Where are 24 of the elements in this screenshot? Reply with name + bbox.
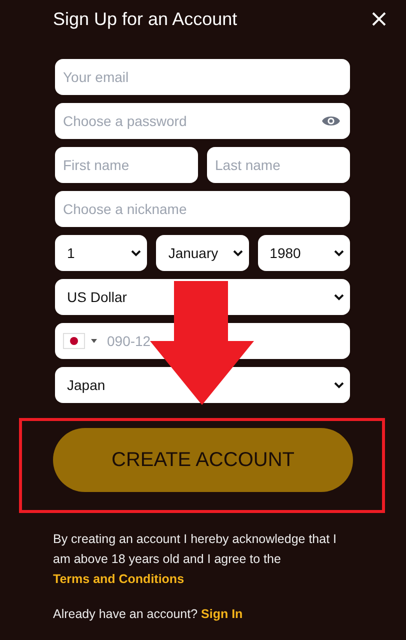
select-field[interactable]: 1 (55, 235, 148, 271)
caret-icon[interactable] (131, 250, 142, 256)
terms-link[interactable]: Terms and Conditions (53, 572, 184, 586)
caret-icon[interactable] (334, 382, 344, 388)
close-icon[interactable] (372, 12, 386, 26)
eye-icon[interactable] (322, 115, 340, 127)
caret-icon[interactable] (334, 294, 344, 300)
input-field[interactable]: Last name (207, 147, 350, 183)
password-field[interactable]: Choose a password (55, 103, 350, 139)
input-field[interactable]: Your email (55, 59, 350, 95)
signin-prompt: Already have an account? (53, 607, 198, 621)
flag-icon[interactable] (63, 333, 85, 349)
input-field[interactable]: Choose a nickname (55, 191, 350, 227)
create-account-button[interactable]: CREATE ACCOUNT (53, 428, 353, 492)
down-arrow-icon (150, 281, 254, 405)
select-field[interactable]: 1980 (258, 235, 350, 271)
disclaimer-text: By creating an account I hereby acknowledge that I am above 18 years old and I agree to the Terms and Conditions (53, 531, 338, 588)
signin-link[interactable]: Sign In (201, 607, 243, 621)
caret-icon[interactable] (91, 339, 97, 343)
input-field[interactable]: First name (55, 147, 198, 183)
dialog-title: Sign Up for an Account (53, 8, 238, 30)
select-field[interactable]: January (156, 235, 249, 271)
caret-icon[interactable] (232, 250, 243, 256)
caret-icon[interactable] (334, 250, 344, 256)
